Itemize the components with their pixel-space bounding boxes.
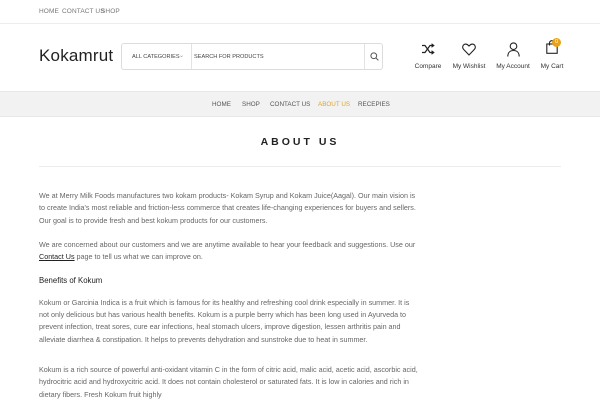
- user-icon: [506, 41, 520, 57]
- compare-label: Compare: [414, 63, 442, 70]
- top-link-shop[interactable]: SHOP: [101, 8, 120, 15]
- main-nav: HOME SHOP CONTACT US ABOUT US RECEPIES: [0, 91, 600, 117]
- about-content: We at Merry Milk Foods manufactures two …: [39, 190, 421, 400]
- category-select-value: ALL CATEGORIES: [132, 54, 180, 60]
- benefits-paragraph: Kokum or Garcinia Indica is a fruit whic…: [39, 297, 410, 344]
- nav-item-home[interactable]: HOME: [212, 101, 231, 108]
- search-button[interactable]: [364, 44, 383, 69]
- benefits-heading: Benefits of Kokum: [39, 276, 103, 286]
- title-divider: [39, 166, 561, 167]
- nav-item-contact-us[interactable]: CONTACT US: [270, 101, 310, 108]
- wishlist-button[interactable]: My Wishlist: [450, 38, 488, 70]
- feedback-text-after: page to tell us what we can improve on.: [74, 252, 203, 262]
- search-bar: ALL CATEGORIES ⌄: [121, 43, 383, 70]
- cart-label: My Cart: [540, 63, 564, 70]
- cart-button[interactable]: 0 My Cart: [538, 37, 566, 70]
- cart-count-badge: 0: [552, 37, 561, 47]
- account-label: My Account: [496, 63, 530, 70]
- chevron-down-icon: ⌄: [179, 53, 185, 59]
- page-title: ABOUT US: [260, 136, 340, 148]
- nav-item-about-us[interactable]: ABOUT US: [318, 101, 350, 108]
- vitamin-paragraph: Kokum is a rich source of powerful anti-…: [39, 364, 418, 399]
- intro-paragraph: We at Merry Milk Foods manufactures two …: [39, 191, 416, 225]
- top-utility-bar: HOME CONTACT US SHOP: [0, 0, 600, 24]
- site-logo[interactable]: Kokamrut: [39, 46, 113, 66]
- shuffle-icon: [422, 43, 435, 55]
- contact-us-link[interactable]: Contact Us: [39, 252, 75, 261]
- heart-icon: [462, 43, 476, 56]
- top-link-home[interactable]: HOME: [39, 8, 59, 15]
- wishlist-label: My Wishlist: [452, 63, 486, 70]
- top-link-contact-us[interactable]: CONTACT US: [62, 8, 105, 15]
- feedback-paragraph: We are concerned about our customers and…: [39, 239, 421, 264]
- feedback-text-before: We are concerned about our customers and…: [39, 239, 416, 249]
- search-icon: [369, 52, 379, 61]
- nav-item-shop[interactable]: SHOP: [242, 101, 260, 108]
- category-select[interactable]: ALL CATEGORIES ⌄: [122, 44, 192, 69]
- search-input[interactable]: [194, 46, 364, 67]
- account-button[interactable]: My Account: [496, 38, 530, 70]
- nav-item-recepies[interactable]: RECEPIES: [358, 101, 390, 108]
- compare-button[interactable]: Compare: [411, 38, 445, 70]
